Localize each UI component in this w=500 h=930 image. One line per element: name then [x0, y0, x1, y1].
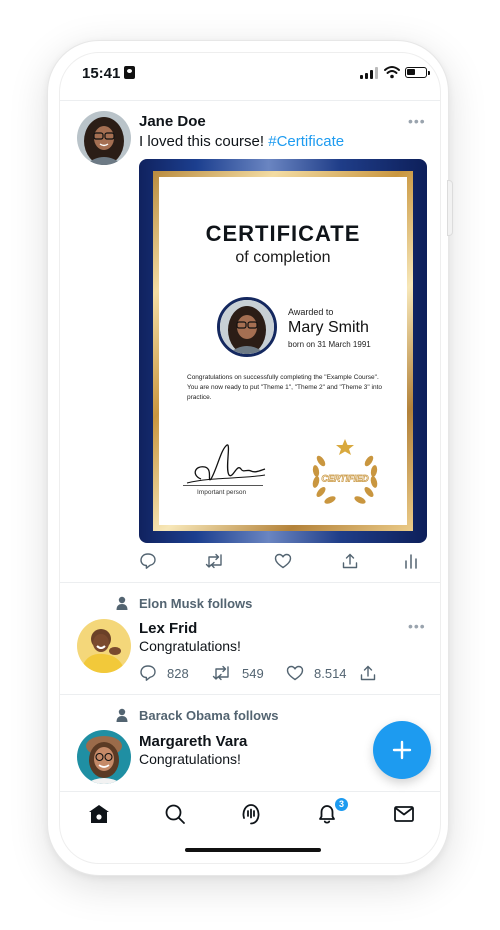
bottom-tab-bar: 3	[60, 791, 440, 841]
retweet-button[interactable]: 549	[212, 664, 264, 682]
more-options-icon[interactable]: •••	[408, 618, 426, 634]
like-count: 8.514	[314, 665, 347, 681]
tweet-text: Congratulations!	[139, 638, 241, 654]
certificate-body-text: Congratulations on successfully completi…	[187, 374, 382, 401]
battery-icon	[405, 67, 430, 78]
certificate-birthdate: born on 31 March 1991	[288, 340, 371, 349]
home-icon[interactable]	[88, 803, 110, 825]
certificate-title: CERTIFICATE	[205, 221, 361, 246]
tweet-actions	[139, 552, 429, 574]
heart-icon	[274, 553, 292, 569]
cellular-signal-icon	[360, 67, 378, 79]
signature-line	[183, 485, 263, 486]
phone-side-button	[447, 180, 453, 236]
share-icon	[342, 553, 358, 569]
certificate-subtitle: of completion	[235, 249, 331, 266]
notification-badge: 3	[334, 797, 349, 812]
author-name[interactable]: Lex Frid	[139, 620, 197, 637]
retweet-icon	[212, 665, 229, 681]
home-indicator[interactable]	[185, 848, 321, 852]
certificate-signer: Important person	[197, 489, 247, 496]
tweet-actions: 828 549 8.514	[139, 664, 399, 686]
certificate-recipient: Mary Smith	[288, 319, 369, 336]
status-bar: 15:41	[60, 53, 440, 99]
retweet-icon	[205, 553, 222, 569]
more-options-icon[interactable]: •••	[408, 113, 426, 129]
divider	[60, 100, 440, 101]
reply-button[interactable]: 828	[139, 664, 189, 682]
reply-count: 828	[167, 665, 189, 681]
person-icon	[116, 596, 128, 610]
share-button[interactable]	[341, 552, 359, 570]
person-icon	[116, 708, 128, 722]
app-screen: 15:41 Jane Doe ••• I loved this course! …	[59, 52, 441, 864]
analytics-icon	[405, 554, 417, 569]
like-button[interactable]	[274, 552, 292, 570]
avatar-margareth-vara[interactable]	[77, 730, 131, 784]
retweet-button[interactable]	[205, 552, 225, 570]
avatar-jane-doe[interactable]	[77, 111, 131, 165]
wifi-icon	[384, 66, 400, 79]
reply-icon	[140, 665, 156, 681]
certificate-awarded-label: Awarded to	[288, 307, 334, 317]
tweet-text: Congratulations!	[139, 751, 241, 767]
messages-icon[interactable]	[393, 803, 415, 825]
avatar-lex-frid[interactable]	[77, 619, 131, 673]
heart-icon	[286, 665, 304, 681]
tweet-text: I loved this course! #Certificate	[139, 133, 345, 150]
divider	[60, 582, 440, 583]
compose-tweet-button[interactable]	[373, 721, 431, 779]
social-context: Elon Musk follows	[139, 596, 253, 611]
certificate-paper: CERTIFICATE of completion Awarded to Mar…	[159, 177, 407, 525]
id-card-icon	[124, 66, 136, 79]
certified-seal-icon: CERTIFIED	[312, 439, 378, 504]
signature-icon	[186, 444, 266, 484]
status-time: 15:41	[82, 65, 136, 82]
hashtag-link[interactable]: #Certificate	[268, 133, 344, 150]
share-icon	[360, 665, 376, 681]
divider	[60, 694, 440, 695]
reply-icon	[140, 553, 156, 569]
spaces-icon[interactable]	[240, 803, 262, 825]
plus-icon	[392, 740, 412, 760]
certificate-photo	[217, 297, 277, 357]
search-icon[interactable]	[164, 803, 186, 825]
share-button[interactable]	[359, 664, 377, 682]
author-name[interactable]: Margareth Vara	[139, 733, 247, 750]
social-context: Barack Obama follows	[139, 708, 279, 723]
certificate-image[interactable]: CERTIFICATE of completion Awarded to Mar…	[139, 159, 427, 543]
like-button[interactable]: 8.514	[286, 664, 347, 682]
reply-button[interactable]	[139, 552, 157, 570]
retweet-count: 549	[242, 665, 264, 681]
analytics-button[interactable]	[403, 552, 419, 570]
seal-text: CERTIFIED	[321, 474, 369, 484]
author-name[interactable]: Jane Doe	[139, 113, 206, 130]
